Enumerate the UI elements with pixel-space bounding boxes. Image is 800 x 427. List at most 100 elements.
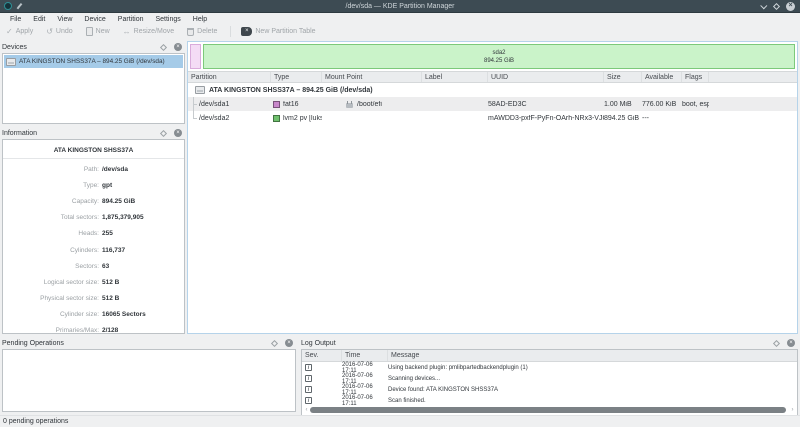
pending-operations-panel: Pending Operations × [2,337,296,412]
log-close-icon[interactable]: × [787,339,795,347]
pending-close-icon[interactable]: × [285,339,293,347]
new-partition-table-button[interactable]: × New Partition Table [241,27,316,36]
delete-label: Delete [197,28,218,35]
log-row[interactable]: i 2016-07-06 17:11 Device found: ATA KIN… [302,384,797,396]
column-header-mountpoint[interactable]: Mount Point [322,72,422,82]
apply-button[interactable]: Apply [6,28,34,36]
log-column-message[interactable]: Message [388,350,797,361]
scroll-right-icon[interactable]: › [789,407,796,413]
minimize-icon[interactable] [760,1,768,9]
pending-operations-list [2,349,296,412]
menu-file[interactable]: File [4,16,27,23]
cell-available: 776.00 KiB [642,100,677,108]
partition-graphic-bar: sda2 894.25 GiB [190,44,795,69]
partition-view: sda2 894.25 GiB Partition Type Mount Poi… [187,41,798,334]
info-device-name: ATA KINGSTON SHSS37A [3,144,184,159]
menu-settings[interactable]: Settings [149,16,186,23]
devices-panel: Devices × ATA KINGSTON SHSS37A – 894.25 … [2,41,185,124]
resize-move-button[interactable]: Resize/Move [123,28,174,36]
info-row-logical-sector-size: Logical sector size: 512 B [43,278,120,286]
devices-float-icon[interactable] [159,43,168,51]
column-header-label[interactable]: Label [422,72,488,82]
new-document-icon [85,27,93,36]
log-row[interactable]: i 2016-07-06 17:11 Scanning devices... [302,373,797,385]
partition-table-header: Partition Type Mount Point Label UUID Si… [188,71,797,83]
window-title: /dev/sda — KDE Partition Manager [345,2,455,10]
tree-branch-icon [191,97,199,111]
titlebar: /dev/sda — KDE Partition Manager × [0,0,800,13]
scroll-left-icon[interactable]: ‹ [303,407,310,413]
cell-partition: /dev/sda2 [199,114,230,122]
info-row-heads: Heads: 255 [78,230,113,238]
column-header-filler [709,72,797,82]
log-column-time[interactable]: Time [342,350,388,361]
cell-size: 1.00 MiB [604,100,632,108]
statusbar: 0 pending operations [0,415,800,427]
menu-view[interactable]: View [51,16,78,23]
info-row-capacity: Capacity: 894.25 GiB [71,197,136,205]
cell-flags: boot, esp [682,100,709,108]
log-row[interactable]: i 2016-07-06 17:11 Using backend plugin:… [302,362,797,374]
log-message: Scan finished. [388,397,426,404]
menubar: File Edit View Device Partition Settings… [0,14,800,24]
log-output-title: Log Output [301,339,336,347]
toolbar: Apply Undo New Resize/Move Delete × New … [0,24,800,39]
info-row-type: Type: gpt [83,181,113,189]
device-list-item[interactable]: ATA KINGSTON SHSS37A – 894.25 GiB (/dev/… [4,55,183,68]
maximize-icon[interactable] [772,2,781,10]
table-row-device[interactable]: ATA KINGSTON SHSS37A – 894.25 GiB (/dev/… [188,83,797,97]
log-message: Device found: ATA KINGSTON SHSS37A [388,386,499,393]
log-float-icon[interactable] [772,339,781,347]
delete-trash-icon [187,27,195,36]
apply-check-icon [6,28,13,36]
app-icon [4,2,12,10]
column-header-size[interactable]: Size [604,72,642,82]
information-close-icon[interactable]: × [174,129,182,137]
cell-uuid: 58AD-ED3C [488,100,527,108]
log-horizontal-scrollbar[interactable]: ‹ › [303,405,796,414]
info-row-path: Path: /dev/sda [83,165,129,173]
table-row-sda1[interactable]: /dev/sda1 fat16 /boot/efi 58AD-ED3C 1.00… [188,97,797,111]
partition-block-sda2[interactable]: sda2 894.25 GiB [203,44,795,69]
kde-partition-manager-window: /dev/sda — KDE Partition Manager × File … [0,0,800,427]
menu-help[interactable]: Help [187,16,213,23]
device-item-label: ATA KINGSTON SHSS37A – 894.25 GiB (/dev/… [19,58,165,65]
scrollbar-track[interactable] [310,406,789,413]
info-row-physical-sector-size: Physical sector size: 512 B [40,295,120,303]
partition-block-name: sda2 [492,49,506,56]
undo-arrow-icon [46,28,53,36]
delete-button[interactable]: Delete [187,27,218,36]
info-row-cylinder-size: Cylinder size: 16065 Sectors [59,311,146,319]
column-header-flags[interactable]: Flags [682,72,709,82]
scrollbar-thumb[interactable] [310,406,786,413]
partition-block-sda1[interactable] [190,44,201,69]
cell-mount-point: /boot/efi [357,100,382,108]
menu-device[interactable]: Device [78,16,111,23]
log-message: Using backend plugin: pmlibpartedbackend… [388,364,528,371]
menu-edit[interactable]: Edit [27,16,51,23]
info-severity-icon: i [305,375,312,382]
apply-label: Apply [15,28,34,35]
table-row-sda2[interactable]: /dev/sda2 lvm2 pv [luks] mAWDD3-pxfF-PyF… [188,111,797,125]
column-header-type[interactable]: Type [271,72,322,82]
pin-icon[interactable] [16,3,23,10]
new-button[interactable]: New [85,27,110,36]
new-partition-table-label: New Partition Table [255,28,316,35]
resize-move-icon [123,28,131,36]
log-table-header: Sev. Time Message [302,350,797,362]
devices-close-icon[interactable]: × [174,43,182,51]
log-column-severity[interactable]: Sev. [302,350,342,361]
column-header-partition[interactable]: Partition [188,72,271,82]
undo-button[interactable]: Undo [46,28,73,36]
menu-partition[interactable]: Partition [112,16,150,23]
info-row-total-sectors: Total sectors: 1,875,379,905 [60,214,144,222]
close-icon[interactable]: × [786,1,795,11]
info-severity-icon: i [305,386,312,393]
cell-partition: /dev/sda1 [199,100,230,108]
lvm2-color-swatch [273,114,280,122]
information-float-icon[interactable] [159,129,168,137]
column-header-available[interactable]: Available [642,72,682,82]
pending-float-icon[interactable] [270,339,279,347]
column-header-uuid[interactable]: UUID [488,72,604,82]
pending-operations-title: Pending Operations [2,339,64,347]
